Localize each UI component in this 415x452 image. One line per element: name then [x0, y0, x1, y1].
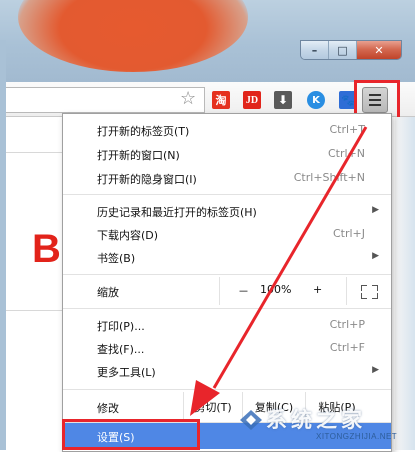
watermark-url: XITONGZHIJIA.NET	[316, 432, 398, 441]
watermark-logo-icon	[240, 410, 262, 430]
watermark-text: 系统之家	[266, 409, 366, 432]
watermark: 系统之家 XITONGZHIJIA.NET	[238, 402, 413, 448]
annotation-arrow-icon	[190, 126, 368, 416]
